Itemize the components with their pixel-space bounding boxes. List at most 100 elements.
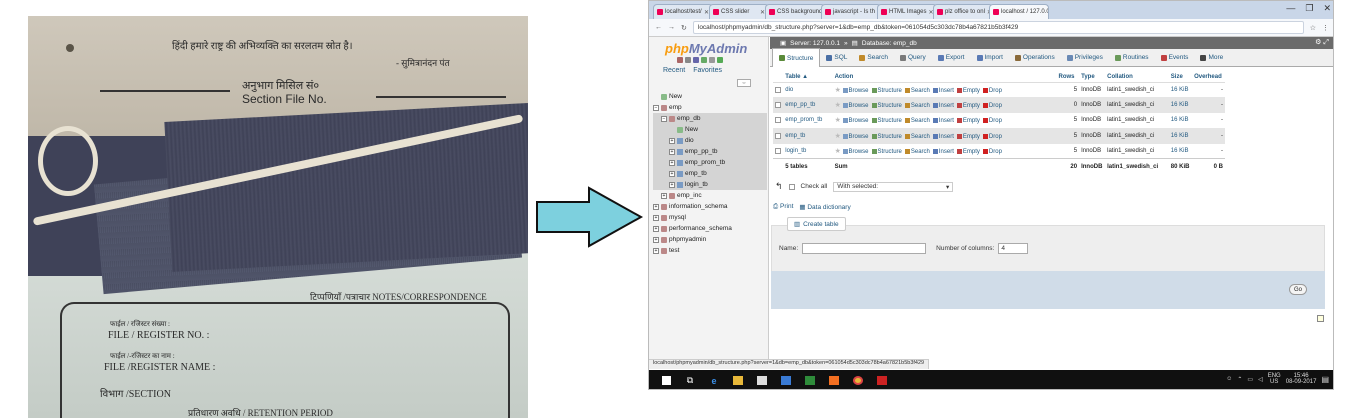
tree-node[interactable]: New: [653, 91, 767, 102]
tree-node[interactable]: + emp_inc: [653, 190, 767, 201]
action-search[interactable]: Search: [904, 148, 930, 155]
tree-node[interactable]: New: [653, 124, 767, 135]
action-search[interactable]: Search: [904, 87, 930, 94]
xampp-icon[interactable]: [823, 372, 845, 389]
action-browse[interactable]: Browse: [842, 133, 869, 140]
scroll-indicator[interactable]: [1317, 315, 1324, 322]
breadcrumb-database[interactable]: Database: emp_db: [862, 40, 917, 47]
action-insert[interactable]: Insert: [932, 133, 954, 140]
tree-node[interactable]: − emp_db: [653, 113, 767, 124]
menu-tab-events[interactable]: Events: [1155, 49, 1195, 67]
print-link[interactable]: ⎙ Print: [773, 203, 793, 211]
action-drop[interactable]: Drop: [982, 133, 1002, 140]
menu-tab-import[interactable]: Import: [971, 49, 1009, 67]
tree-node[interactable]: + information_schema: [653, 201, 767, 212]
check-all-label[interactable]: Check all: [801, 183, 828, 190]
action-insert[interactable]: Insert: [932, 118, 954, 124]
action-search[interactable]: Search: [904, 133, 930, 140]
home-icon[interactable]: [677, 57, 683, 63]
gear-icon[interactable]: ⚙ ⤢: [1315, 38, 1329, 47]
browser-tab[interactable]: javascript - Is th✕: [821, 4, 881, 19]
menu-icon[interactable]: ⋮: [1322, 24, 1329, 32]
breadcrumb-server[interactable]: Server: 127.0.0.1: [790, 40, 840, 47]
url-input[interactable]: localhost/phpmyadmin/db_structure.php?se…: [692, 21, 1304, 34]
menu-tab-search[interactable]: Search: [853, 49, 894, 67]
start-button[interactable]: [655, 372, 677, 389]
menu-tab-query[interactable]: Query: [894, 49, 932, 67]
tray-chevron-icon[interactable]: ⌃: [1237, 376, 1242, 383]
favorites-tab[interactable]: Favorites: [693, 67, 722, 74]
language-indicator[interactable]: ENG US: [1268, 373, 1281, 385]
favorite-star-icon[interactable]: ★: [835, 148, 841, 155]
row-size[interactable]: 16 KiB: [1168, 143, 1193, 159]
favorite-star-icon[interactable]: ★: [835, 102, 841, 109]
action-structure[interactable]: Structure: [871, 118, 902, 124]
go-button[interactable]: Go: [1289, 284, 1307, 295]
expand-icon[interactable]: +: [653, 247, 659, 254]
tree-node[interactable]: + dio: [653, 135, 767, 146]
tree-node[interactable]: + emp_tb: [653, 168, 767, 179]
browser-tab[interactable]: CSS slider ✕: [709, 4, 769, 19]
edge-icon[interactable]: e: [703, 372, 725, 389]
recent-tab[interactable]: Recent: [663, 67, 685, 74]
pdf-reader-icon[interactable]: [871, 372, 893, 389]
file-explorer-icon[interactable]: [727, 372, 749, 389]
minimize-button[interactable]: —: [1286, 3, 1295, 14]
table-name-link[interactable]: dio: [783, 82, 833, 98]
expand-icon[interactable]: +: [653, 203, 659, 210]
expand-icon[interactable]: +: [669, 137, 675, 144]
expand-icon[interactable]: +: [653, 214, 659, 221]
tree-node[interactable]: + mysql: [653, 212, 767, 223]
expand-icon[interactable]: +: [669, 170, 675, 177]
chrome-icon[interactable]: [847, 372, 869, 389]
menu-tab-routines[interactable]: Routines: [1109, 49, 1155, 67]
menu-tab-more[interactable]: More: [1194, 49, 1229, 67]
action-insert[interactable]: Insert: [932, 87, 954, 94]
bookmark-star-icon[interactable]: ☆: [1310, 24, 1316, 32]
expand-icon[interactable]: +: [669, 159, 675, 166]
help-icon[interactable]: [693, 57, 699, 63]
action-browse[interactable]: Browse: [842, 87, 869, 94]
tree-node[interactable]: + login_tb: [653, 179, 767, 190]
action-drop[interactable]: Drop: [982, 87, 1002, 94]
action-search[interactable]: Search: [904, 103, 930, 109]
action-structure[interactable]: Structure: [871, 103, 902, 109]
action-search[interactable]: Search: [904, 118, 930, 124]
browser-tab[interactable]: localhost/test/✕: [653, 4, 713, 19]
tree-node[interactable]: − emp: [653, 102, 767, 113]
action-browse[interactable]: Browse: [842, 103, 869, 109]
col-table[interactable]: Table ▲: [783, 73, 833, 83]
action-empty[interactable]: Empty: [956, 133, 980, 140]
menu-tab-privileges[interactable]: Privileges: [1061, 49, 1109, 67]
table-name-link[interactable]: login_tb: [783, 143, 833, 159]
table-name-link[interactable]: emp_pp_tb: [783, 97, 833, 113]
expand-icon[interactable]: −: [653, 104, 659, 111]
close-tab-icon[interactable]: ✕: [702, 9, 709, 16]
favorite-star-icon[interactable]: ★: [835, 133, 841, 140]
excel-icon[interactable]: [799, 372, 821, 389]
tree-node[interactable]: + test: [653, 245, 767, 256]
action-drop[interactable]: Drop: [982, 118, 1002, 124]
action-empty[interactable]: Empty: [956, 148, 980, 155]
expand-icon[interactable]: +: [669, 148, 675, 155]
people-icon[interactable]: ☺: [1226, 376, 1232, 382]
tree-node[interactable]: + emp_pp_tb: [653, 146, 767, 157]
row-size[interactable]: 16 KiB: [1168, 128, 1193, 144]
action-browse[interactable]: Browse: [842, 148, 869, 155]
data-dictionary-link[interactable]: ▦ Data dictionary: [799, 203, 850, 211]
store-icon[interactable]: [751, 372, 773, 389]
row-checkbox[interactable]: [775, 86, 781, 93]
table-name-input[interactable]: [802, 243, 927, 254]
mail-icon[interactable]: [775, 372, 797, 389]
action-structure[interactable]: Structure: [871, 87, 902, 94]
col-rows[interactable]: Rows: [1056, 73, 1080, 83]
phpmyadmin-logo[interactable]: phpMyAdmin: [665, 41, 747, 56]
row-checkbox[interactable]: [775, 117, 781, 124]
forward-icon[interactable]: →: [668, 24, 675, 31]
action-structure[interactable]: Structure: [871, 148, 902, 155]
expand-icon[interactable]: +: [653, 225, 659, 232]
row-checkbox[interactable]: [775, 132, 781, 139]
maximize-button[interactable]: ❐: [1305, 3, 1313, 14]
row-checkbox[interactable]: [775, 101, 781, 108]
logout-icon[interactable]: [685, 57, 691, 63]
